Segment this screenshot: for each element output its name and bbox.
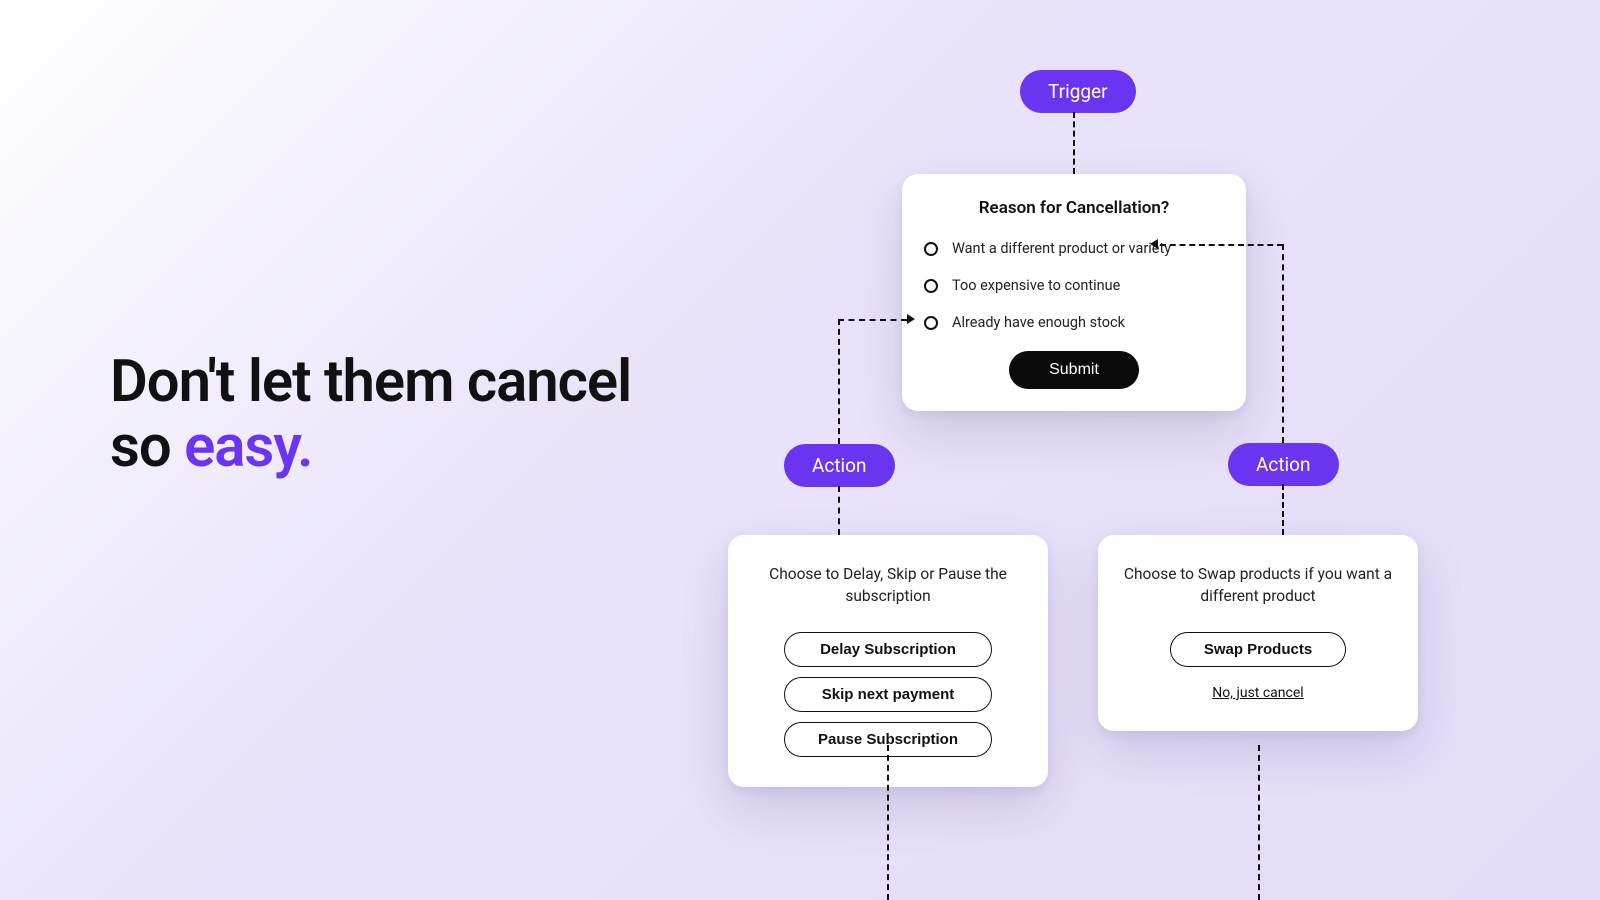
- card-text: Choose to Delay, Skip or Pause the subsc…: [752, 563, 1024, 608]
- headline: Don't let them cancel so easy.: [110, 350, 631, 480]
- connector-line: [1160, 244, 1283, 246]
- submit-button[interactable]: Submit: [1009, 351, 1139, 389]
- trigger-pill: Trigger: [1020, 70, 1136, 113]
- headline-accent: easy.: [184, 413, 313, 481]
- connector-line: [838, 486, 840, 535]
- reason-card: Reason for Cancellation? Want a differen…: [902, 174, 1246, 411]
- action-pill-left: Action: [784, 444, 895, 487]
- swap-products-button[interactable]: Swap Products: [1170, 632, 1346, 667]
- connector-line: [1282, 484, 1284, 535]
- radio-icon: [924, 316, 938, 330]
- skip-next-payment-button[interactable]: Skip next payment: [784, 677, 992, 712]
- connector-line: [887, 745, 889, 900]
- headline-line-1: Don't let them cancel: [110, 350, 631, 415]
- radio-icon: [924, 279, 938, 293]
- headline-line-2: so easy.: [110, 415, 631, 480]
- swap-products-card: Choose to Swap products if you want a di…: [1098, 535, 1418, 731]
- reason-option-2[interactable]: Too expensive to continue: [924, 277, 1224, 294]
- connector-line: [838, 319, 907, 321]
- connector-line: [1282, 244, 1284, 443]
- radio-icon: [924, 242, 938, 256]
- connector-line: [1258, 745, 1260, 900]
- arrow-left-icon: [1150, 239, 1158, 249]
- reason-option-1[interactable]: Want a different product or variety: [924, 240, 1224, 257]
- no-just-cancel-link[interactable]: No, just cancel: [1122, 685, 1394, 701]
- reason-card-title: Reason for Cancellation?: [924, 198, 1224, 218]
- arrow-right-icon: [907, 314, 915, 324]
- action-pill-right: Action: [1228, 443, 1339, 486]
- card-text: Choose to Swap products if you want a di…: [1122, 563, 1394, 608]
- delay-subscription-button[interactable]: Delay Subscription: [784, 632, 992, 667]
- reason-option-3[interactable]: Already have enough stock: [924, 314, 1224, 331]
- connector-line: [838, 319, 840, 444]
- connector-line: [1073, 112, 1075, 174]
